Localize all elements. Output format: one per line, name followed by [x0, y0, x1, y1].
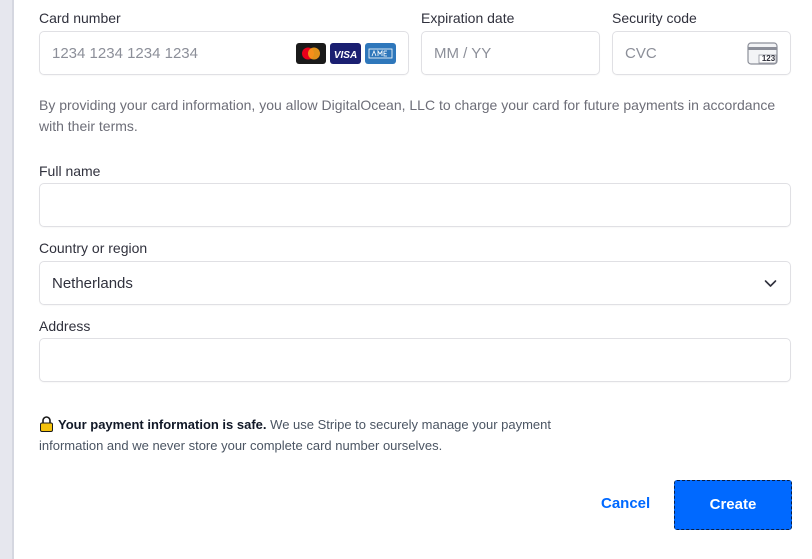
country-label: Country or region [39, 240, 148, 256]
mastercard-icon [296, 43, 326, 64]
chevron-down-icon [764, 277, 777, 290]
visa-icon: VISA [330, 43, 361, 64]
full-name-input[interactable] [39, 183, 791, 227]
country-value: Netherlands [52, 275, 133, 292]
card-number-label: Card number [39, 10, 121, 26]
card-number-field[interactable]: 1234 1234 1234 1234 VISA [39, 31, 409, 75]
expiration-placeholder: MM / YY [434, 45, 492, 62]
card-number-placeholder: 1234 1234 1234 1234 [52, 45, 198, 62]
consent-text: By providing your card information, you … [39, 97, 776, 134]
svg-text:VISA: VISA [334, 50, 357, 61]
left-rail [0, 0, 14, 559]
cvc-card-icon: 123 [747, 42, 779, 66]
safety-title: Your payment information is safe. [58, 417, 267, 432]
cancel-button[interactable]: Cancel [601, 495, 650, 512]
payment-safety-notice: Your payment information is safe. We use… [39, 414, 599, 456]
create-button[interactable]: Create [674, 480, 792, 530]
address-label: Address [39, 318, 91, 334]
security-code-label: Security code [612, 10, 697, 26]
expiration-field[interactable]: MM / YY [421, 31, 600, 75]
address-input[interactable] [39, 338, 791, 382]
security-code-placeholder: CVC [625, 45, 657, 62]
security-code-field[interactable]: CVC 123 [612, 31, 791, 75]
expiration-label: Expiration date [421, 10, 515, 26]
lock-icon [39, 416, 54, 432]
full-name-label: Full name [39, 163, 101, 179]
country-select[interactable]: Netherlands [39, 261, 791, 305]
amex-icon [365, 43, 396, 64]
cvc-icon-text: 123 [761, 54, 776, 63]
